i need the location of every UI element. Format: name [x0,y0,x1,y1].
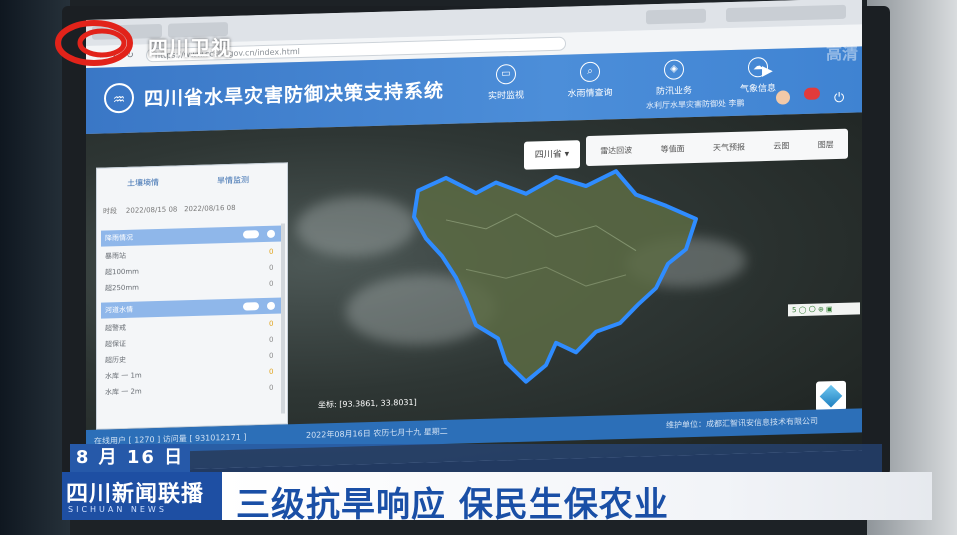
nav-item-realtime[interactable]: ▭ 实时监视 [476,63,536,102]
layers-icon [819,384,843,408]
station-logo-icon [55,20,133,66]
tab-soil[interactable]: 土壤墒情 [127,177,159,189]
tool-layers[interactable]: 图层 [818,139,834,150]
water-logo-icon: ♒ [104,82,134,114]
lower-third-strip [190,444,882,472]
top-nav: ▭ 实时监视 ⌕ 水雨情查询 ◈ 防汛业务 ☁ 气象信息 [476,56,788,102]
toggle-switch[interactable] [243,230,259,239]
nav-item-query[interactable]: ⌕ 水雨情查询 [560,61,620,100]
row-label: 暴雨站 [105,251,126,261]
tool-radar[interactable]: 雷达回波 [600,144,632,156]
row-label: 超保证 [105,339,126,349]
statistics-panel: 土壤墒情 旱情监测 时段 2022/08/15 08 2022/08/16 08… [96,162,288,430]
layer-switch-button[interactable] [816,380,846,412]
row-label: 河道水情 [105,305,133,315]
hd-mark: 高清 [826,44,859,63]
row-label: 超100mm [105,267,139,277]
app-title: 四川省水旱灾害防御决策支持系统 [144,79,445,111]
station-name: 四川卫视 [148,36,232,60]
row-label: 超历史 [105,355,126,365]
nav-label: 防汛业务 [655,86,692,98]
row-label: 水库 一 1m [105,371,142,381]
row-value: 0 [269,247,274,256]
nav-label: 水雨情查询 [567,88,613,100]
tool-cloud[interactable]: 云图 [773,140,789,151]
maintainer-text: 维护单位：成都汇智讯安信息技术有限公司 [666,416,818,430]
row-label: 超250mm [105,283,139,293]
province-boundary [412,169,698,384]
panel-scrollbar[interactable] [281,223,285,414]
row-value: 0 [269,367,274,376]
shield-icon: ◈ [664,59,684,80]
power-icon[interactable]: ⏻ [834,91,844,106]
region-select[interactable]: 四川省 ▾ [524,140,580,170]
room-background-left [0,0,70,535]
notification-badge[interactable] [804,87,820,100]
nav-item-flood[interactable]: ◈ 防汛业务 [644,59,704,98]
map-control-strip[interactable]: 5 ◯ 〇 ⊕ ▣ [788,302,860,317]
row-value: 0 [269,263,274,272]
row-label: 降雨情况 [105,233,133,243]
user-info: 水利厅水旱灾害防御处 李鹏 [646,98,745,111]
row-value: 0 [269,279,274,288]
program-subtitle: SICHUAN NEWS [68,505,167,514]
nav-label: 实时监视 [487,90,524,102]
broadcast-date: 8 月 16 日 [70,444,190,472]
date-range: 时段 2022/08/15 08 2022/08/16 08 [103,203,236,217]
news-headline: 三级抗旱响应 保民生保农业 [236,485,669,525]
nav-next-arrow-icon[interactable]: ▶ [762,63,773,79]
coordinate-readout: 坐标: [93.3861, 33.8031] [318,397,417,410]
monitor-screen: ‹ › ↻ https://www.scslw.gov.cn/index.htm… [86,0,862,472]
browser-toolbar-icons[interactable] [726,4,846,23]
settings-dot-icon[interactable] [267,229,275,238]
row-value: 0 [269,319,274,328]
row-value: 0 [269,335,274,344]
tool-forecast[interactable]: 天气预报 [713,141,745,153]
row-label: 超警戒 [105,323,126,333]
search-icon: ⌕ [580,61,600,83]
date-label: 时段 [103,207,117,216]
cloud-layer [296,194,416,259]
avatar[interactable] [776,90,790,105]
program-badge: 四川新闻联播 SICHUAN NEWS [62,472,222,520]
nav-item-weather[interactable]: ☁ 气象信息 [728,56,788,95]
settings-dot-icon[interactable] [267,301,275,310]
row-label: 水库 一 2m [105,387,142,397]
map-toolbar: 雷达回波 等值面 天气预报 云图 图层 [586,128,848,167]
date-from[interactable]: 2022/08/15 08 [126,205,177,214]
panel-tabs: 土壤墒情 旱情监测 [97,169,287,196]
row-value: 0 [269,383,274,392]
row-value: 0 [269,351,274,360]
date-to[interactable]: 2022/08/16 08 [184,204,235,213]
browser-tab[interactable] [646,8,706,25]
monitor-icon: ▭ [496,63,516,85]
tab-drought[interactable]: 旱情监测 [217,174,249,186]
toggle-switch[interactable] [243,302,259,311]
tool-contour[interactable]: 等值面 [661,143,685,155]
nav-label: 气象信息 [739,83,776,95]
program-title: 四川新闻联播 [66,482,205,507]
